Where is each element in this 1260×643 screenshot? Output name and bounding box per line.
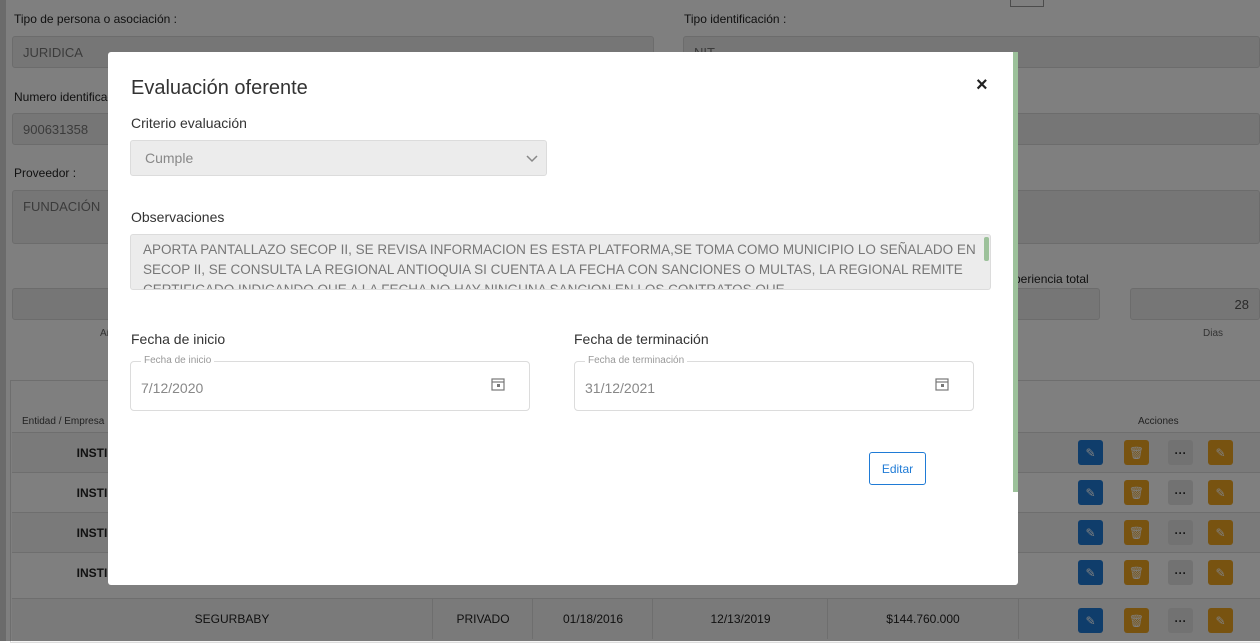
calendar-icon[interactable] [935, 377, 949, 391]
fecha-fin-field[interactable]: Fecha de terminación 31/12/2021 [574, 355, 974, 411]
chevron-down-icon [526, 155, 538, 163]
fecha-fin-value: 31/12/2021 [585, 380, 656, 396]
fecha-inicio-field[interactable]: Fecha de inicio 7/12/2020 [130, 355, 530, 411]
modal-scrollbar[interactable] [1013, 52, 1018, 492]
criterio-value: Cumple [145, 150, 194, 166]
close-icon[interactable]: × [976, 74, 988, 97]
criterio-select[interactable]: Cumple [130, 140, 547, 176]
observaciones-textarea[interactable]: APORTA PANTALLAZO SECOP II, SE REVISA IN… [130, 234, 991, 290]
textarea-scrollbar[interactable] [984, 237, 989, 261]
observaciones-text: APORTA PANTALLAZO SECOP II, SE REVISA IN… [143, 242, 976, 290]
fecha-inicio-value: 7/12/2020 [141, 380, 204, 396]
criterio-label: Criterio evaluación [131, 115, 247, 131]
observaciones-label: Observaciones [131, 209, 225, 225]
fecha-inicio-label: Fecha de inicio [131, 331, 226, 347]
fecha-fin-legend: Fecha de terminación [585, 355, 688, 366]
editar-button[interactable]: Editar [869, 452, 926, 485]
calendar-icon[interactable] [491, 377, 505, 391]
evaluacion-modal: Evaluación oferente × Criterio evaluació… [108, 52, 1018, 585]
fecha-fin-label: Fecha de terminación [574, 331, 709, 347]
modal-title: Evaluación oferente [131, 77, 308, 99]
fecha-inicio-legend: Fecha de inicio [141, 355, 215, 366]
